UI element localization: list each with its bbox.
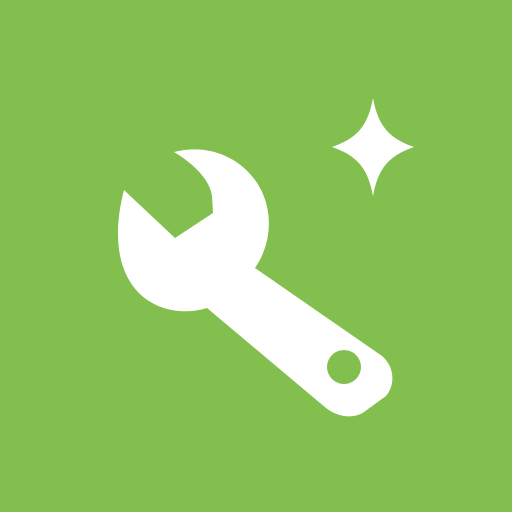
- app-icon-tile: [0, 0, 512, 512]
- app-icon-graphic: [0, 0, 512, 512]
